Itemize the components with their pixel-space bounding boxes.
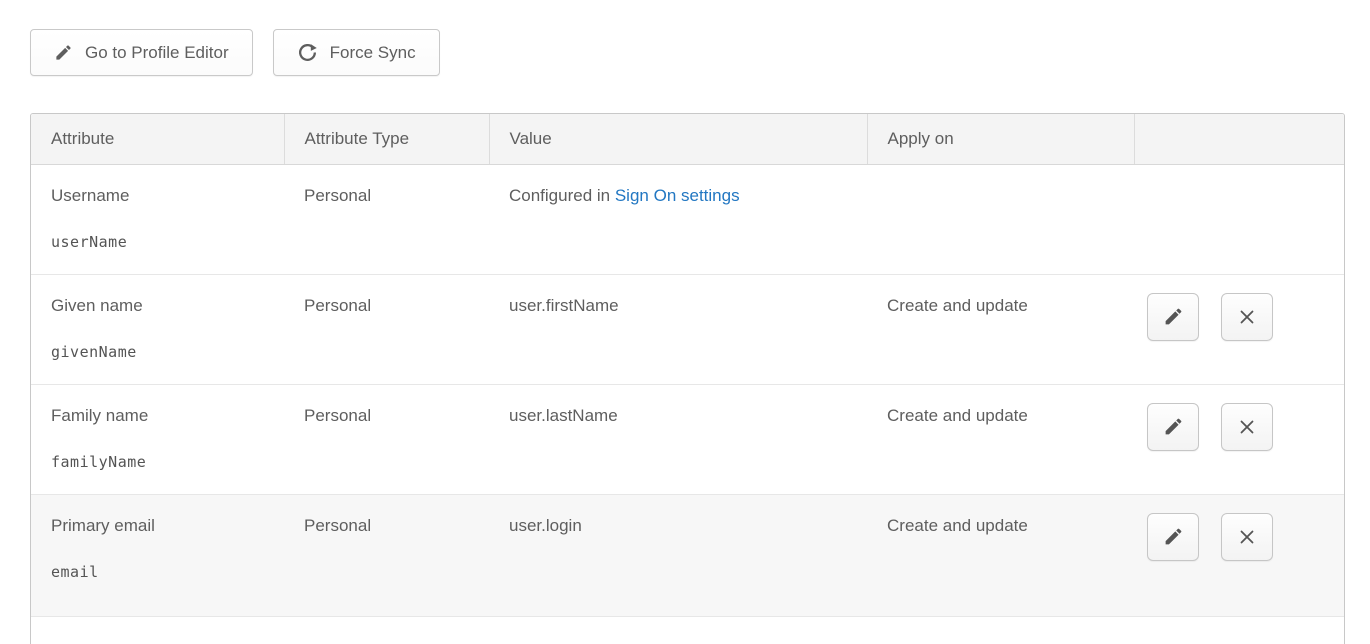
- apply-on-cell: Create and update: [867, 274, 1134, 384]
- partial-row: [31, 616, 1344, 644]
- edit-pencil-icon: [1163, 416, 1184, 437]
- table-row: Family name familyName Personal user.las…: [31, 384, 1344, 494]
- delete-attribute-button[interactable]: [1221, 403, 1273, 451]
- go-to-profile-editor-label: Go to Profile Editor: [85, 43, 229, 63]
- pencil-icon: [54, 43, 73, 62]
- edit-attribute-button[interactable]: [1147, 403, 1199, 451]
- attribute-cell: Username userName: [31, 164, 284, 274]
- apply-on-cell: Create and update: [867, 494, 1134, 616]
- attribute-type-cell: Personal: [284, 384, 489, 494]
- delete-x-icon: [1237, 527, 1257, 547]
- delete-attribute-button[interactable]: [1221, 293, 1273, 341]
- table-row: Given name givenName Personal user.first…: [31, 274, 1344, 384]
- force-sync-button[interactable]: Force Sync: [273, 29, 440, 76]
- table-row: Primary email email Personal user.login …: [31, 494, 1344, 616]
- edit-pencil-icon: [1163, 526, 1184, 547]
- table-header-row: Attribute Attribute Type Value Apply on: [31, 114, 1344, 164]
- value-text: Configured in: [509, 186, 615, 205]
- apply-on-cell: [867, 164, 1134, 274]
- column-header-apply-on: Apply on: [867, 114, 1134, 164]
- actions-cell: [1134, 274, 1344, 384]
- attribute-mapping-table: Attribute Attribute Type Value Apply on …: [30, 113, 1345, 644]
- attribute-type-cell: Personal: [284, 274, 489, 384]
- value-cell: user.firstName: [489, 274, 867, 384]
- edit-attribute-button[interactable]: [1147, 293, 1199, 341]
- attribute-name: email: [51, 563, 284, 581]
- edit-attribute-button[interactable]: [1147, 513, 1199, 561]
- column-header-actions: [1134, 114, 1344, 164]
- delete-x-icon: [1237, 417, 1257, 437]
- column-header-value: Value: [489, 114, 867, 164]
- attribute-cell: Given name givenName: [31, 274, 284, 384]
- attribute-cell: Family name familyName: [31, 384, 284, 494]
- attribute-name: familyName: [51, 453, 284, 471]
- attribute-label: Username: [51, 186, 284, 206]
- attribute-label: Family name: [51, 406, 284, 426]
- value-cell: user.lastName: [489, 384, 867, 494]
- apply-on-cell: Create and update: [867, 384, 1134, 494]
- column-header-attribute-type: Attribute Type: [284, 114, 489, 164]
- actions-cell: [1134, 384, 1344, 494]
- go-to-profile-editor-button[interactable]: Go to Profile Editor: [30, 29, 253, 76]
- table-row: Username userName Personal Configured in…: [31, 164, 1344, 274]
- attribute-name: givenName: [51, 343, 284, 361]
- attribute-cell: Primary email email: [31, 494, 284, 616]
- delete-x-icon: [1237, 307, 1257, 327]
- actions-cell: [1134, 494, 1344, 616]
- attribute-type-cell: Personal: [284, 494, 489, 616]
- toolbar: Go to Profile Editor Force Sync: [30, 29, 1370, 76]
- attribute-name: userName: [51, 233, 284, 251]
- actions-cell: [1134, 164, 1344, 274]
- column-header-attribute: Attribute: [31, 114, 284, 164]
- delete-attribute-button[interactable]: [1221, 513, 1273, 561]
- force-sync-label: Force Sync: [330, 43, 416, 63]
- edit-pencil-icon: [1163, 306, 1184, 327]
- attribute-label: Given name: [51, 296, 284, 316]
- attribute-label: Primary email: [51, 516, 284, 536]
- refresh-icon: [297, 42, 318, 63]
- value-cell: Configured in Sign On settings: [489, 164, 867, 274]
- attribute-type-cell: Personal: [284, 164, 489, 274]
- sign-on-settings-link[interactable]: Sign On settings: [615, 186, 740, 205]
- table-row: [31, 616, 1344, 644]
- value-cell: user.login: [489, 494, 867, 616]
